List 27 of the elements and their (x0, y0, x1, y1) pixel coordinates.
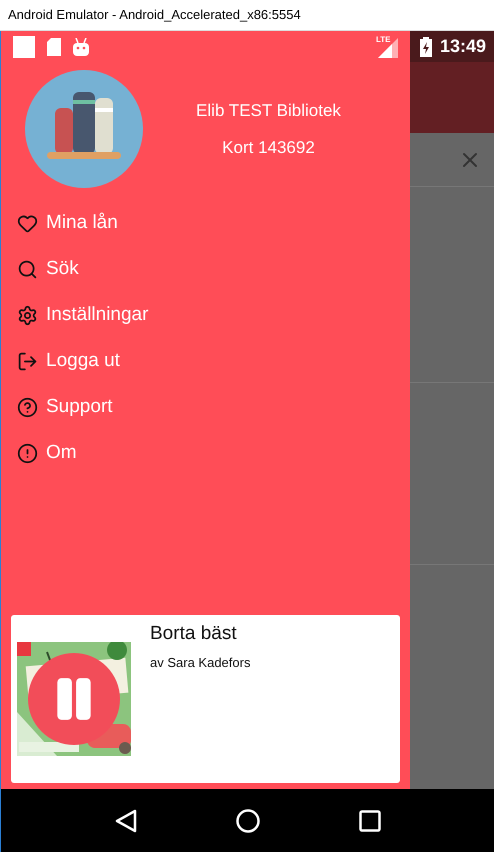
info-icon (17, 442, 38, 464)
menu-item[interactable]: Support (1, 384, 410, 430)
logout-icon (17, 350, 38, 372)
book-title: Borta bäst (150, 622, 238, 646)
book-author: av Sara Kadefors (150, 654, 250, 672)
help-icon (17, 396, 38, 418)
battery-icon (420, 36, 432, 56)
menu-item[interactable]: Sök (1, 246, 410, 292)
heart-icon (17, 212, 38, 234)
notification-icon (13, 36, 35, 58)
home-icon[interactable] (236, 808, 260, 832)
menu-item[interactable]: Logga ut (1, 338, 410, 384)
menu-item[interactable]: Mina lån (1, 200, 410, 246)
recents-icon[interactable] (358, 810, 380, 832)
card-number: Kort 143692 (222, 137, 315, 159)
back-icon[interactable] (114, 808, 136, 832)
menu-item[interactable]: Om (1, 430, 410, 476)
sd-card-icon (47, 38, 61, 56)
search-icon (17, 258, 38, 280)
menu-item[interactable]: Inställningar (1, 292, 410, 338)
window-title: Android Emulator - Android_Accelerated_x86:5554 (8, 6, 301, 24)
clock: 13:49 (440, 35, 486, 58)
android-icon (73, 38, 89, 56)
network-label: LTE (376, 36, 391, 44)
library-name: Elib TEST Bibliotek (196, 100, 341, 122)
signal-icon (376, 36, 398, 58)
settings-icon (17, 304, 38, 326)
